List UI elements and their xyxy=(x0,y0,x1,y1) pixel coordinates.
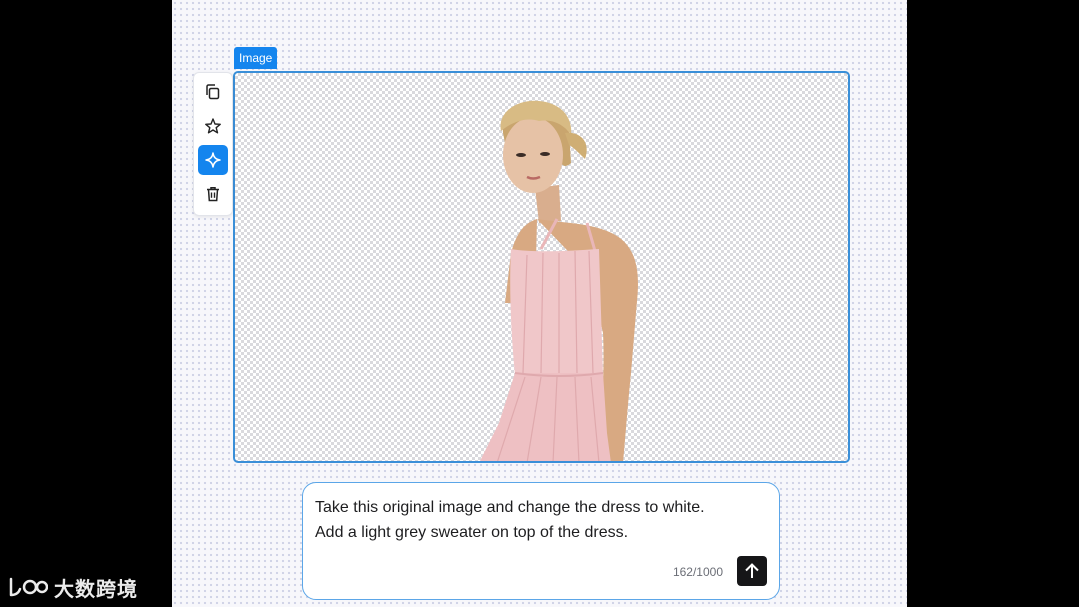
arrow-up-icon xyxy=(745,563,759,578)
ai-edit-button[interactable] xyxy=(198,145,228,175)
sparkle-icon xyxy=(205,152,221,168)
copy-button[interactable] xyxy=(198,77,228,107)
watermark-logo-icon xyxy=(9,577,48,597)
prompt-input[interactable]: Take this original image and change the … xyxy=(302,482,780,600)
model-photo xyxy=(480,100,638,461)
copy-icon xyxy=(206,84,220,100)
trash-icon xyxy=(207,187,219,202)
star-icon xyxy=(205,118,221,134)
prompt-line-1: Take this original image and change the … xyxy=(315,499,705,516)
frame-label-text: Image xyxy=(239,51,273,65)
watermark-text: 大数跨境 xyxy=(54,576,138,601)
prompt-line-2: Add a light grey sweater on top of the d… xyxy=(315,524,629,541)
delete-button[interactable] xyxy=(198,179,228,209)
favorite-button[interactable] xyxy=(198,111,228,141)
image-frame[interactable] xyxy=(233,71,850,463)
watermark: 大数跨境 xyxy=(8,572,138,602)
screen: Image Take this original image and chang… xyxy=(0,0,1079,607)
prompt-text[interactable]: Take this original image and change the … xyxy=(315,495,765,545)
frame-label[interactable]: Image xyxy=(234,47,278,69)
floating-toolbar xyxy=(193,72,233,216)
character-counter: 162/1000 xyxy=(672,565,723,579)
send-button[interactable] xyxy=(737,556,767,586)
